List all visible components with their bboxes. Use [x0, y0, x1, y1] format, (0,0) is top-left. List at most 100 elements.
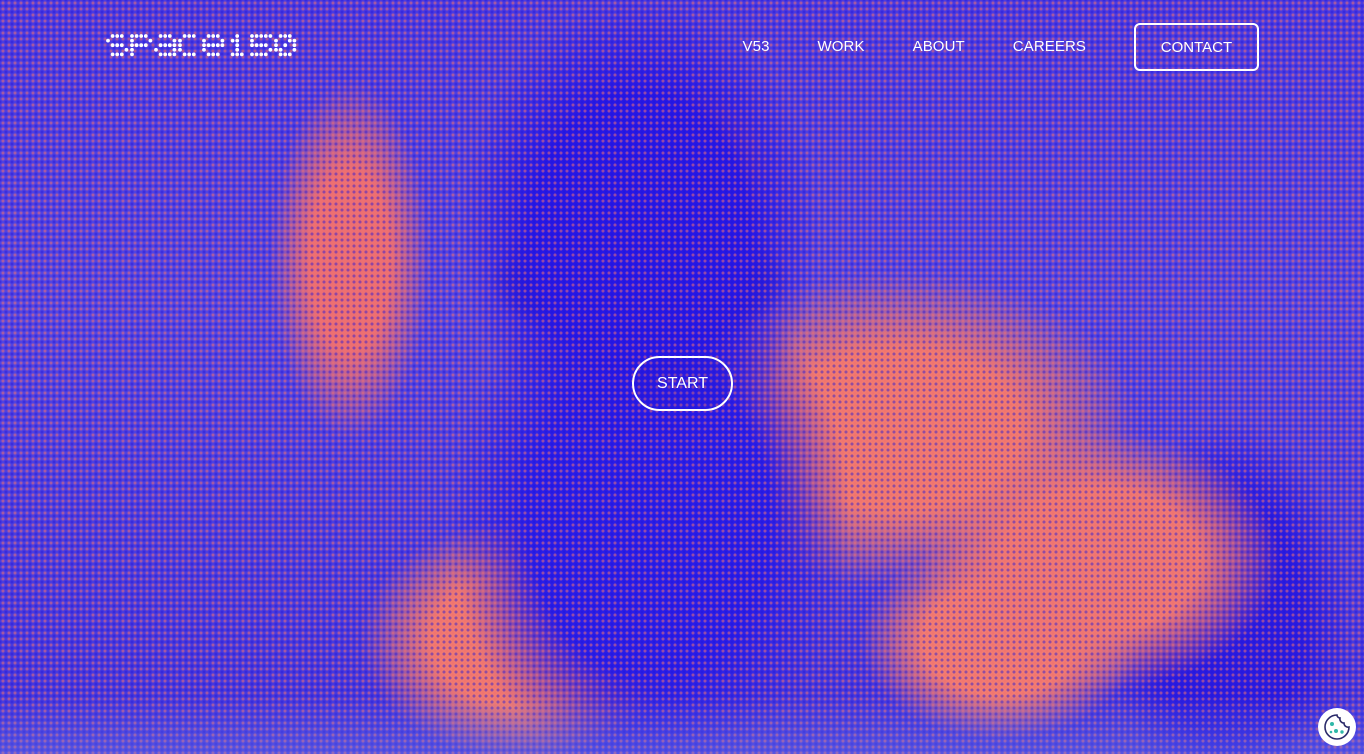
logo-dot [130, 52, 134, 57]
logo-dot [163, 34, 168, 38]
cookie-settings-button[interactable] [1318, 708, 1356, 746]
logo-dot [235, 38, 240, 43]
logo-dot [130, 47, 134, 52]
logo-dot [254, 34, 259, 38]
logo-dot [263, 43, 268, 48]
logo-dot [143, 34, 148, 38]
logo-dot [110, 43, 115, 48]
logo-dot [274, 38, 278, 43]
logo-dot [130, 38, 134, 43]
logo-dot [211, 34, 216, 38]
logo-dot [182, 34, 187, 38]
logo-dot [278, 34, 283, 38]
logo-dot [283, 52, 288, 57]
logo-dot [215, 52, 220, 57]
logo-dot [230, 38, 235, 43]
logo-dot [254, 43, 259, 48]
logo-dot [235, 34, 240, 38]
logo-dot [106, 38, 110, 43]
logo-dot [202, 43, 206, 48]
logo-dot [283, 43, 288, 48]
nav-item-v53[interactable]: V53 [743, 23, 770, 71]
logo-dot [254, 52, 259, 57]
logo-dot [148, 38, 153, 43]
logo-dot [115, 52, 120, 57]
logo-dot [202, 38, 206, 43]
logo-dot [158, 43, 163, 48]
logo-dot [215, 34, 220, 38]
logo-dot [206, 34, 211, 38]
logo-dot [158, 52, 163, 57]
start-button[interactable]: START [632, 356, 733, 411]
logo-dot [230, 52, 235, 57]
logo-dot [154, 47, 158, 52]
logo-dot [172, 43, 177, 48]
logo-dot [274, 47, 278, 52]
logo-dot [287, 52, 292, 57]
logo-dot [259, 43, 264, 48]
logo-dot [263, 52, 268, 57]
logo-dot [187, 34, 192, 38]
contact-button[interactable]: CONTACT [1134, 23, 1259, 71]
logo-dot [167, 52, 172, 57]
logo-dot [134, 43, 139, 48]
logo-dot [235, 47, 240, 52]
logo-dot [163, 43, 168, 48]
nav-item-about[interactable]: ABOUT [913, 23, 965, 71]
hero-section: V53 WORK ABOUT CAREERS CONTACT START [0, 0, 1364, 754]
logo-dot [172, 38, 177, 43]
logo-dot [250, 34, 254, 38]
logo-dot [283, 34, 288, 38]
logo-dot [220, 38, 225, 43]
logo-dot [292, 38, 297, 43]
logo-dot [167, 43, 172, 48]
logo-dot [250, 38, 254, 43]
logo-dot [263, 34, 268, 38]
logo-dot [292, 47, 297, 52]
logo-dot [287, 38, 292, 43]
logo-dot [178, 47, 182, 52]
logo-dot [119, 43, 124, 48]
logo-dot [139, 34, 144, 38]
logo-dot [158, 34, 163, 38]
logo-dot [268, 47, 273, 52]
space150-logo[interactable] [106, 26, 298, 66]
logo-dot [202, 47, 206, 52]
logo-dot [206, 43, 211, 48]
logo-dot [139, 43, 144, 48]
logo-dot [178, 38, 182, 43]
logo-dot [134, 34, 139, 38]
logo-dot [167, 34, 172, 38]
main-nav: V53 WORK ABOUT CAREERS CONTACT [743, 23, 1259, 71]
logo-dot [292, 43, 297, 48]
logo-dot [287, 34, 292, 38]
logo-dot [172, 52, 177, 57]
logo-graphic [106, 34, 297, 57]
nav-item-work[interactable]: WORK [818, 23, 865, 71]
bottom-fade [0, 694, 1364, 754]
logo-dot [187, 52, 192, 57]
logo-dot [259, 34, 264, 38]
logo-dot [268, 34, 273, 38]
logo-dot [115, 34, 120, 38]
logo-dot [211, 52, 216, 57]
logo-dot [235, 52, 240, 57]
cookie-icon [1324, 714, 1350, 740]
logo-dot [124, 47, 129, 52]
logo-dot [191, 52, 196, 57]
logo-dot [110, 34, 115, 38]
logo-dot [182, 52, 187, 57]
logo-dot [110, 52, 115, 57]
logo-dot [130, 34, 134, 38]
logo-dot [119, 34, 124, 38]
logo-dot [278, 52, 283, 57]
logo-dot [206, 52, 211, 57]
logo-dot [250, 52, 254, 57]
logo-dot [211, 43, 216, 48]
logo-dot [163, 52, 168, 57]
logo-dot [259, 52, 264, 57]
nav-item-careers[interactable]: CAREERS [1013, 23, 1086, 71]
logo-dot [278, 47, 283, 52]
logo-dot [220, 43, 225, 48]
logo-dot [119, 52, 124, 57]
